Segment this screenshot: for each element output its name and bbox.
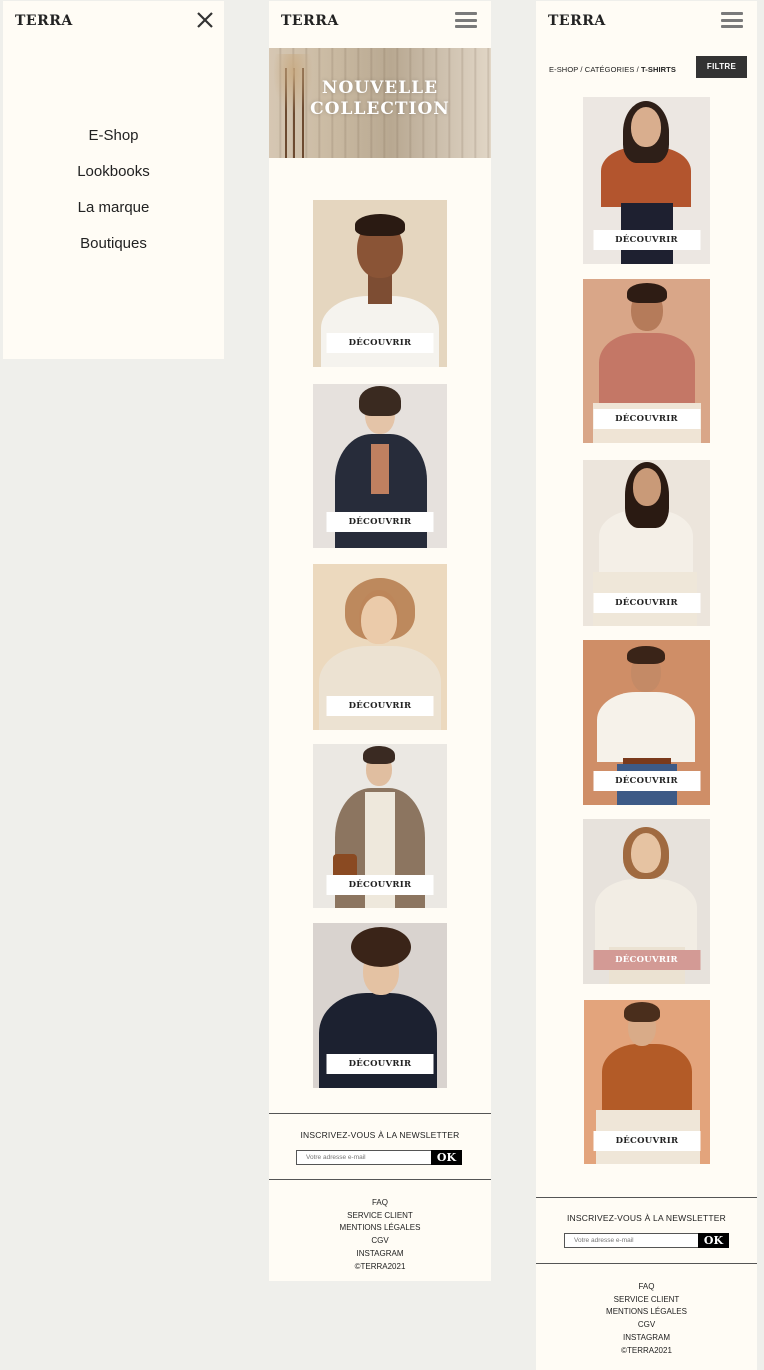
footer-link-cgv[interactable]: CGV (536, 1319, 757, 1332)
filter-button[interactable]: FILTRE (696, 56, 747, 78)
newsletter-email-input[interactable] (564, 1233, 699, 1248)
footer-link-mentions-legales[interactable]: MENTIONS LÉGALES (269, 1222, 491, 1235)
footer-link-instagram[interactable]: INSTAGRAM (536, 1332, 757, 1345)
product-card[interactable]: DÉCOUVRIR (583, 97, 710, 264)
copyright: ©TERRA2021 (354, 1261, 406, 1271)
hero-title: NOUVELLE COLLECTION (269, 78, 491, 120)
product-card[interactable]: DÉCOUVRIR (313, 923, 447, 1088)
breadcrumb-eshop[interactable]: E-SHOP (549, 65, 578, 74)
footer-link-faq[interactable]: FAQ (536, 1281, 757, 1294)
product-card[interactable]: DÉCOUVRIR (313, 200, 447, 367)
newsletter-divider (536, 1197, 757, 1198)
category-panel: TERRA E-SHOP / CATÉGORIES / T-SHIRTS FIL… (536, 1, 757, 1370)
discover-button[interactable]: DÉCOUVRIR (593, 593, 700, 613)
newsletter-label: INSCRIVEZ-VOUS À LA NEWSLETTER (566, 1213, 727, 1223)
discover-button[interactable]: DÉCOUVRIR (593, 1131, 701, 1151)
brand-logo[interactable]: TERRA (548, 13, 606, 29)
hero-title-line2: COLLECTION (310, 99, 450, 119)
discover-button[interactable]: DÉCOUVRIR (326, 875, 434, 895)
brand-logo[interactable]: TERRA (15, 13, 73, 29)
footer-link-faq[interactable]: FAQ (269, 1197, 491, 1210)
menu-item-eshop[interactable]: E-Shop (3, 125, 224, 161)
footer-divider (269, 1179, 491, 1180)
footer-divider (536, 1263, 757, 1264)
newsletter-email-input[interactable] (296, 1150, 432, 1165)
mobile-menu-panel: TERRA E-Shop Lookbooks La marque Boutiqu… (3, 1, 224, 359)
hamburger-menu-icon[interactable] (455, 12, 477, 28)
newsletter-submit-button[interactable]: OK (698, 1233, 729, 1248)
footer-link-mentions-legales[interactable]: MENTIONS LÉGALES (536, 1306, 757, 1319)
discover-button[interactable]: DÉCOUVRIR (326, 333, 434, 353)
product-card[interactable]: DÉCOUVRIR (583, 640, 710, 805)
discover-button[interactable]: DÉCOUVRIR (326, 696, 434, 716)
menu-item-boutiques[interactable]: Boutiques (3, 233, 224, 269)
product-card[interactable]: DÉCOUVRIR (313, 564, 447, 730)
breadcrumb-categories[interactable]: CATÉGORIES (585, 65, 635, 74)
discover-button[interactable]: DÉCOUVRIR (593, 409, 700, 429)
footer: FAQ SERVICE CLIENT MENTIONS LÉGALES CGV … (269, 1197, 491, 1273)
hamburger-menu-icon[interactable] (721, 12, 743, 28)
discover-button[interactable]: DÉCOUVRIR (593, 771, 700, 791)
product-card[interactable]: DÉCOUVRIR (584, 1000, 710, 1164)
menu-item-lookbooks[interactable]: Lookbooks (3, 161, 224, 197)
menu-item-la-marque[interactable]: La marque (3, 197, 224, 233)
footer-link-service-client[interactable]: SERVICE CLIENT (269, 1210, 491, 1223)
close-icon[interactable] (196, 11, 214, 29)
discover-button[interactable]: DÉCOUVRIR (593, 230, 700, 250)
product-card[interactable]: DÉCOUVRIR (313, 744, 447, 908)
footer-link-service-client[interactable]: SERVICE CLIENT (536, 1294, 757, 1307)
discover-button-hover[interactable]: DÉCOUVRIR (593, 950, 700, 970)
footer-link-cgv[interactable]: CGV (269, 1235, 491, 1248)
hero-banner[interactable]: NOUVELLE COLLECTION (269, 48, 491, 158)
product-card[interactable]: DÉCOUVRIR (583, 819, 710, 984)
footer-link-instagram[interactable]: INSTAGRAM (269, 1248, 491, 1261)
newsletter-label: INSCRIVEZ-VOUS À LA NEWSLETTER (300, 1130, 460, 1140)
copyright: ©TERRA2021 (621, 1345, 672, 1355)
hero-title-line1: NOUVELLE (321, 78, 439, 98)
product-card[interactable]: DÉCOUVRIR (583, 279, 710, 443)
newsletter-divider (269, 1113, 491, 1114)
home-panel: TERRA NOUVELLE COLLECTION DÉCOUVRIR DÉCO… (269, 1, 491, 1281)
discover-button[interactable]: DÉCOUVRIR (326, 1054, 434, 1074)
product-card[interactable]: DÉCOUVRIR (583, 460, 710, 626)
footer: FAQ SERVICE CLIENT MENTIONS LÉGALES CGV … (536, 1281, 757, 1357)
newsletter-submit-button[interactable]: OK (431, 1150, 462, 1165)
brand-logo[interactable]: TERRA (281, 13, 339, 29)
main-menu: E-Shop Lookbooks La marque Boutiques (3, 125, 224, 269)
discover-button[interactable]: DÉCOUVRIR (326, 512, 434, 532)
product-card[interactable]: DÉCOUVRIR (313, 384, 447, 548)
breadcrumb: E-SHOP / CATÉGORIES / T-SHIRTS (549, 65, 676, 74)
breadcrumb-current: T-SHIRTS (640, 65, 676, 74)
